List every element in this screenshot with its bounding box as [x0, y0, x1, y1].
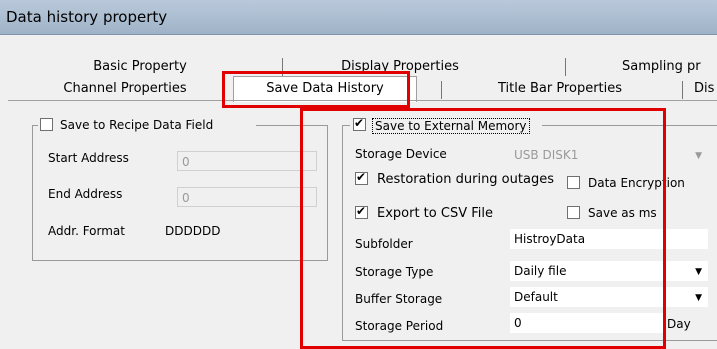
storage-period-unit: Day	[667, 317, 691, 331]
chevron-down-icon: ▼	[695, 151, 702, 161]
tab-separator	[565, 58, 566, 76]
save-to-recipe-label: Save to Recipe Data Field	[60, 118, 214, 132]
window-titlebar: Data history property	[0, 0, 717, 35]
tab-basic-property[interactable]: Basic Property	[60, 57, 220, 77]
window-title: Data history property	[6, 8, 168, 26]
start-address-label: Start Address	[48, 151, 129, 165]
tab-channel-properties[interactable]: Channel Properties	[40, 79, 210, 99]
tab-separator	[441, 81, 442, 99]
addr-format-label: Addr. Format	[48, 224, 125, 238]
tab-separator	[682, 81, 683, 99]
tab-sampling-properties[interactable]: Sampling pr	[622, 57, 717, 77]
highlight-save-data-history-tab	[222, 71, 410, 108]
recipe-group-header: Save to Recipe Data Field	[38, 117, 256, 133]
start-address-field[interactable]: 0	[177, 151, 317, 171]
end-address-label: End Address	[48, 187, 123, 201]
tab-title-bar-properties[interactable]: Title Bar Properties	[460, 79, 660, 99]
tab-display-overflow[interactable]: Dis	[694, 79, 717, 99]
chevron-down-icon: ▼	[695, 293, 702, 303]
highlight-external-memory-group	[300, 108, 666, 349]
save-to-recipe-checkbox[interactable]	[40, 118, 53, 131]
end-address-field[interactable]: 0	[177, 187, 317, 207]
chevron-down-icon: ▼	[695, 267, 702, 277]
addr-format-value: DDDDDD	[165, 224, 221, 238]
